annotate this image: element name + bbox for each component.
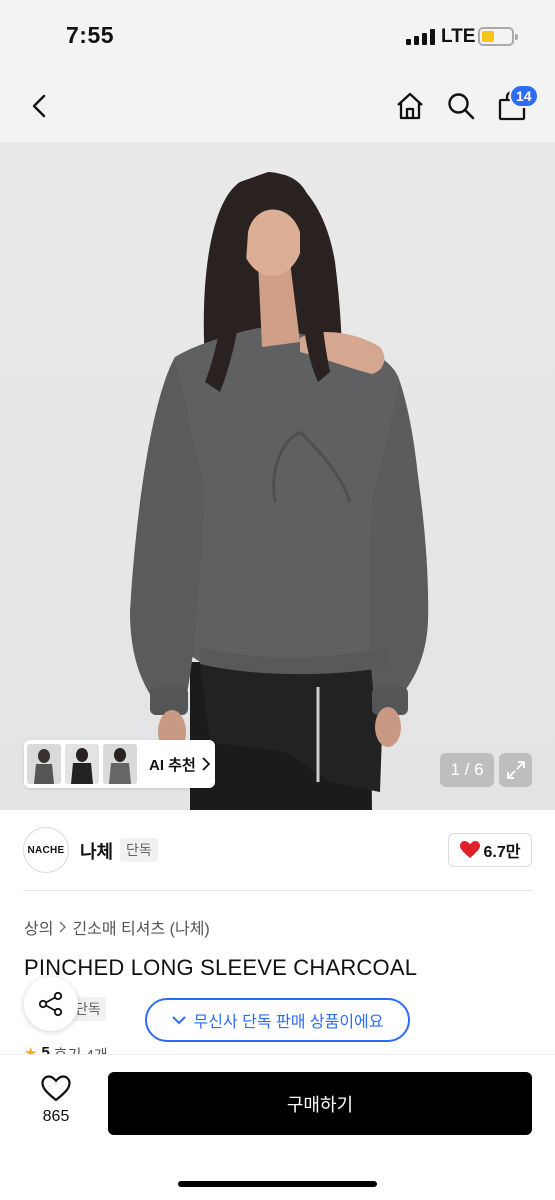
breadcrumb: 상의 긴소매 티셔츠 (나체)	[24, 915, 210, 939]
home-button[interactable]	[390, 86, 430, 126]
exclusive-notice-text: 무신사 단독 판매 상품이에요	[193, 1014, 384, 1031]
chevron-right-icon	[202, 757, 210, 771]
thumbnail-3[interactable]	[103, 744, 137, 784]
top-nav	[0, 72, 555, 142]
breadcrumb-item-2[interactable]: 긴소매 티셔츠 (나체)	[72, 915, 209, 939]
thumbnail-1[interactable]	[27, 744, 61, 784]
brand-logo[interactable]: NACHE	[23, 827, 69, 873]
share-icon	[38, 991, 63, 1017]
status-bar: 7:55 LTE	[0, 0, 555, 72]
ai-recommend-button[interactable]: AI 추천	[149, 754, 210, 775]
product-image[interactable]	[0, 142, 555, 810]
home-indicator	[178, 1181, 377, 1187]
breadcrumb-item-1[interactable]: 상의	[24, 915, 53, 939]
like-count: 6.7만	[483, 844, 521, 861]
status-time: 7:55	[66, 22, 115, 48]
cart-count-badge: 14	[509, 84, 539, 108]
ai-recommend-label: AI 추천	[149, 756, 196, 774]
back-button[interactable]	[20, 86, 60, 126]
thumbnail-2[interactable]	[65, 744, 99, 784]
brand-exclusive-tag: 단독	[120, 838, 158, 862]
search-icon	[448, 93, 475, 120]
battery-icon	[478, 27, 518, 46]
product-title: PINCHED LONG SLEEVE CHARCOAL	[24, 955, 418, 980]
chevron-down-icon	[171, 1015, 186, 1024]
signal-icon	[406, 29, 435, 45]
expand-button[interactable]	[499, 753, 532, 787]
brand-name[interactable]: 나체	[80, 838, 113, 864]
home-icon	[397, 92, 423, 120]
buy-button[interactable]: 구매하기	[108, 1072, 532, 1135]
chevron-left-icon	[32, 94, 46, 118]
chevron-right-icon	[59, 921, 67, 933]
ai-recommend-strip[interactable]: AI 추천	[24, 740, 215, 788]
wishlist-button[interactable]: 865	[26, 1075, 86, 1126]
model-photo	[130, 172, 429, 810]
expand-icon	[506, 761, 525, 779]
network-label: LTE	[441, 26, 476, 47]
heart-outline-icon	[41, 1075, 71, 1102]
brand-like-button[interactable]: 6.7만	[448, 833, 532, 867]
wish-count: 865	[42, 1108, 70, 1125]
exclusive-notice-pill[interactable]: 무신사 단독 판매 상품이에요	[145, 998, 410, 1042]
share-button[interactable]	[24, 977, 78, 1031]
divider	[23, 890, 532, 891]
heart-icon	[459, 841, 480, 858]
search-button[interactable]	[441, 86, 481, 126]
image-counter: 1 / 6	[440, 753, 494, 787]
